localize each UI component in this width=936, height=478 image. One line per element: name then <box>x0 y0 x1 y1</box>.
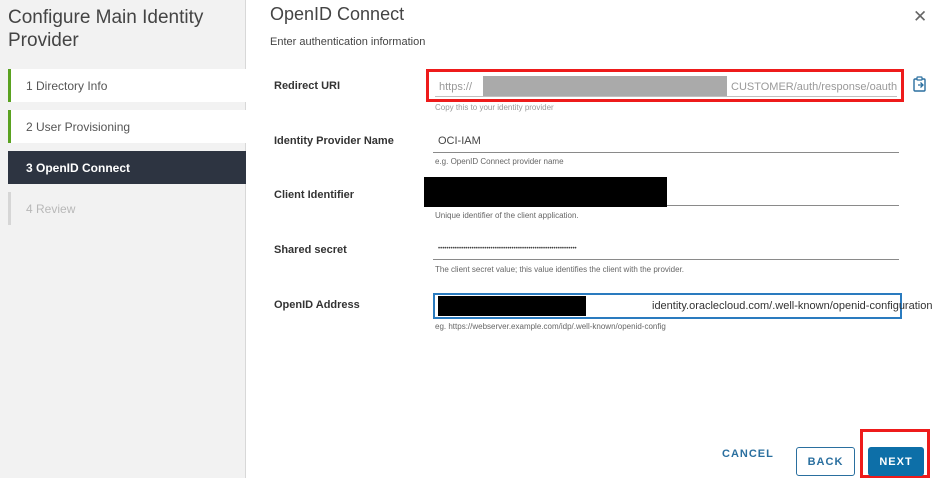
step-label: 1 Directory Info <box>26 78 108 93</box>
openid-address-label: OpenID Address <box>274 299 360 311</box>
back-button[interactable]: BACK <box>796 447 855 476</box>
client-id-label: Client Identifier <box>274 189 355 201</box>
redirect-uri-field[interactable]: https:// CUSTOMER/auth/response/oauth <box>435 75 897 97</box>
step-directory-info[interactable]: 1 Directory Info <box>8 69 246 102</box>
shared-secret-label: Shared secret <box>274 244 347 256</box>
step-review: 4 Review <box>8 192 246 225</box>
redirect-uri-label: Redirect URI <box>274 80 341 92</box>
client-id-helper: Unique identifier of the client applicat… <box>435 211 579 220</box>
page-title: OpenID Connect <box>270 4 405 24</box>
redirect-uri-value-start: https:// <box>439 81 473 93</box>
redaction-box <box>424 177 667 207</box>
openid-address-value: identity.oraclecloud.com/.well-known/ope… <box>652 300 933 312</box>
redirect-uri-helper: Copy this to your identity provider <box>435 103 554 112</box>
step-user-provisioning[interactable]: 2 User Provisioning <box>8 110 246 143</box>
shared-secret-input[interactable]: ••••••••••••••••••••••••••••••••••••••••… <box>433 238 899 260</box>
openid-address-helper: eg. https://webserver.example.com/idp/.w… <box>435 322 666 331</box>
cancel-button[interactable]: CANCEL <box>722 448 774 460</box>
next-button[interactable]: NEXT <box>868 447 924 476</box>
redirect-uri-value-end: CUSTOMER/auth/response/oauth <box>731 81 897 93</box>
close-icon[interactable]: ✕ <box>913 8 927 25</box>
step-label: 2 User Provisioning <box>26 119 131 134</box>
step-label: 3 OpenID Connect <box>26 160 131 175</box>
step-openid-connect[interactable]: 3 OpenID Connect <box>8 151 246 184</box>
idp-name-helper: e.g. OpenID Connect provider name <box>435 157 564 166</box>
wizard-sidebar: Configure Main Identity Provider 1 Direc… <box>0 0 246 478</box>
wizard-steps: 1 Directory Info 2 User Provisioning 3 O… <box>8 69 246 233</box>
next-button-highlight: NEXT <box>860 429 930 478</box>
step-label: 4 Review <box>26 201 76 216</box>
copy-clipboard-icon[interactable] <box>912 76 928 92</box>
redirect-uri-highlight: https:// CUSTOMER/auth/response/oauth <box>426 69 904 102</box>
idp-name-label: Identity Provider Name <box>274 135 394 147</box>
redaction-box <box>438 296 586 316</box>
shared-secret-helper: The client secret value; this value iden… <box>435 265 685 274</box>
idp-name-input[interactable]: OCI-IAM <box>433 131 899 153</box>
redaction-box <box>483 76 727 96</box>
page-subtitle: Enter authentication information <box>270 36 426 48</box>
wizard-title: Configure Main Identity Provider <box>8 7 204 51</box>
